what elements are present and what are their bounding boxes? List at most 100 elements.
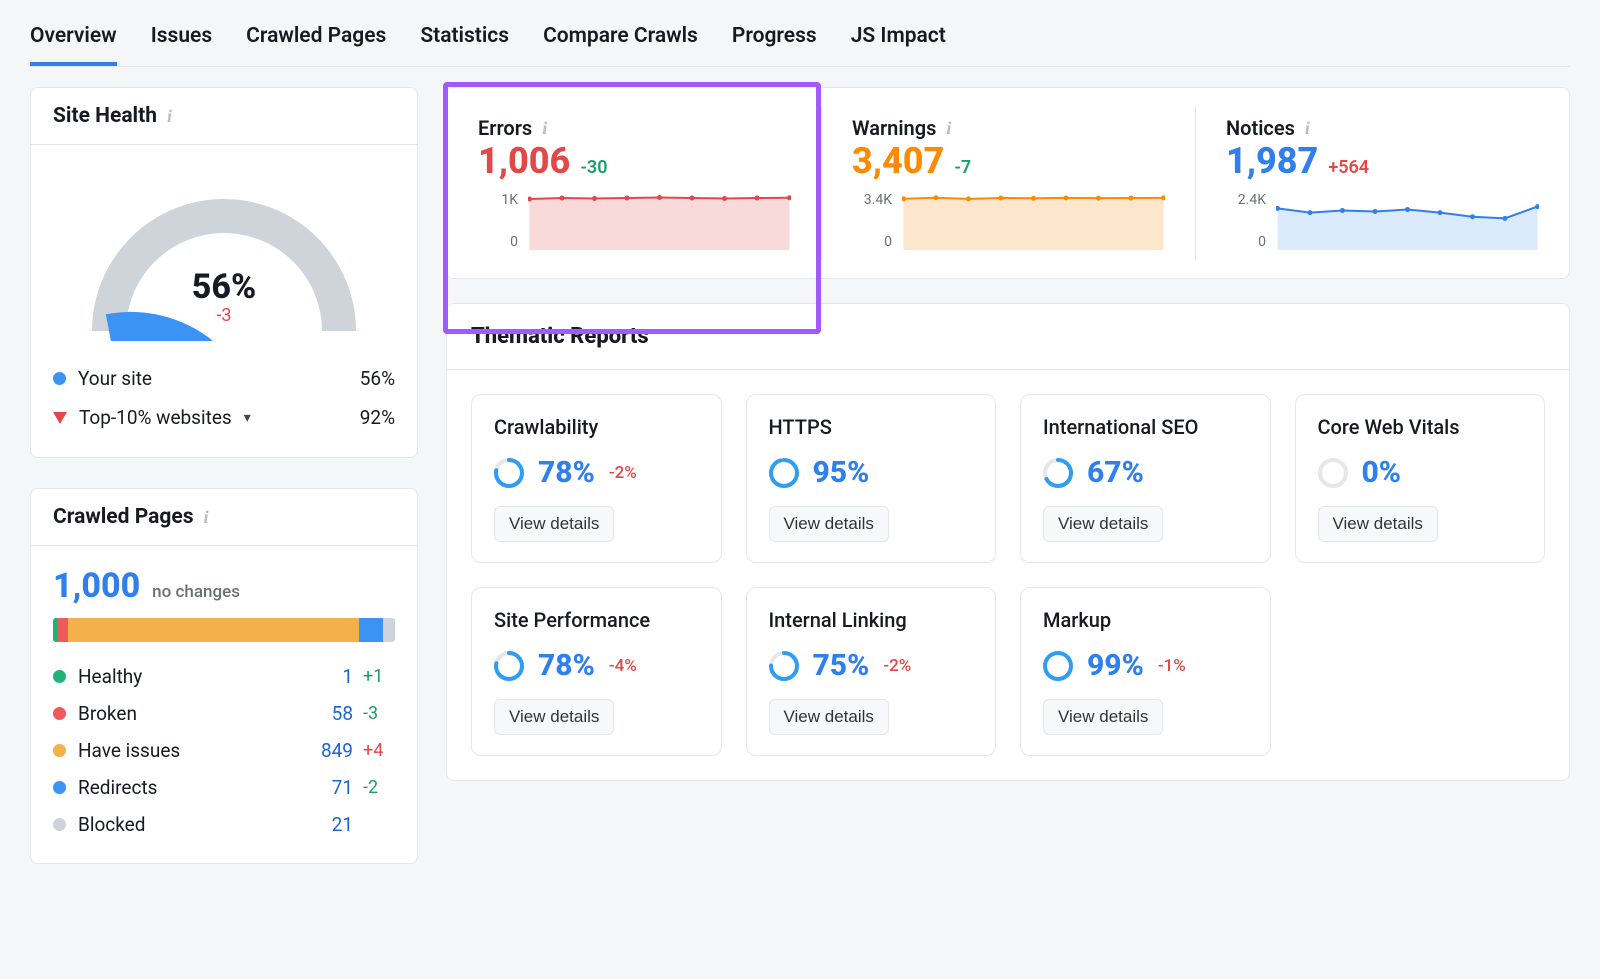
tab-overview[interactable]: Overview bbox=[30, 10, 117, 66]
crawled-value: 849 bbox=[293, 739, 353, 762]
tab-issues[interactable]: Issues bbox=[151, 10, 212, 66]
site-health-gauge: 56% -3 bbox=[64, 171, 384, 341]
stat-delta: -30 bbox=[580, 157, 607, 178]
ring-icon bbox=[769, 651, 799, 681]
axis-top: 2.4K bbox=[1226, 192, 1266, 208]
crawled-label: Healthy bbox=[78, 665, 142, 688]
crawled-row-issues[interactable]: Have issues849+4 bbox=[53, 732, 395, 769]
tab-compare-crawls[interactable]: Compare Crawls bbox=[543, 10, 698, 66]
legend-value: 56% bbox=[360, 367, 395, 390]
crawled-delta: +1 bbox=[353, 666, 395, 687]
stat-title: Errors bbox=[478, 116, 532, 140]
axis-bot: 0 bbox=[1226, 234, 1266, 250]
info-icon[interactable]: i bbox=[542, 118, 547, 139]
segment-broken bbox=[58, 618, 68, 642]
dot-icon bbox=[53, 707, 66, 720]
thematic-title: Core Web Vitals bbox=[1318, 415, 1523, 439]
stat-notices[interactable]: Notices i1,987 +564 2.4K 0 bbox=[1195, 106, 1569, 260]
crawled-change: no changes bbox=[152, 582, 240, 602]
tab-statistics[interactable]: Statistics bbox=[420, 10, 509, 66]
thematic-title: Markup bbox=[1043, 608, 1248, 632]
stat-title: Notices bbox=[1226, 116, 1295, 140]
thematic-pct: 78% bbox=[538, 455, 595, 490]
stat-value: 1,987 bbox=[1226, 140, 1318, 182]
view-details-button[interactable]: View details bbox=[494, 699, 614, 735]
thematic-title: HTTPS bbox=[769, 415, 974, 439]
stat-title: Warnings bbox=[852, 116, 936, 140]
crawled-value: 71 bbox=[293, 776, 353, 799]
crawled-delta: -3 bbox=[353, 703, 395, 724]
thematic-reports-card: Thematic Reports Crawlability 78% -2% View… bbox=[446, 303, 1570, 781]
tab-progress[interactable]: Progress bbox=[732, 10, 817, 66]
crawled-label: Blocked bbox=[78, 813, 145, 836]
ring-icon bbox=[494, 458, 524, 488]
axis-bot: 0 bbox=[852, 234, 892, 250]
tab-bar: Overview Issues Crawled Pages Statistics Com… bbox=[30, 10, 1570, 67]
ring-icon bbox=[494, 651, 524, 681]
thematic-markup: Markup 99%-1%View details bbox=[1020, 587, 1271, 756]
info-icon[interactable]: i bbox=[946, 118, 951, 139]
crawled-value: 58 bbox=[293, 702, 353, 725]
axis-top: 1K bbox=[478, 192, 518, 208]
thematic-https: HTTPS 95%View details bbox=[746, 394, 997, 563]
info-icon[interactable]: i bbox=[167, 106, 172, 127]
sparkline bbox=[528, 192, 791, 250]
segment-redirects bbox=[359, 618, 383, 642]
thematic-intl: International SEO 67% View details bbox=[1020, 394, 1271, 563]
crawled-label: Redirects bbox=[78, 776, 157, 799]
legend-your-site: Your site 56% bbox=[53, 359, 395, 398]
ring-icon bbox=[1318, 458, 1348, 488]
thematic-title: International SEO bbox=[1043, 415, 1248, 439]
segment-issues bbox=[68, 618, 359, 642]
view-details-button[interactable]: View details bbox=[494, 506, 614, 542]
ring-icon bbox=[769, 458, 799, 488]
thematic-delta: -2% bbox=[883, 656, 911, 676]
stat-errors[interactable]: Errorsi1,006 -30 1K 0 bbox=[447, 106, 821, 260]
crawled-delta: +4 bbox=[353, 740, 395, 761]
thematic-pct: 67% bbox=[1087, 455, 1144, 490]
dot-icon bbox=[53, 781, 66, 794]
stat-delta: +564 bbox=[1328, 157, 1369, 178]
thematic-pct: 78% bbox=[538, 648, 595, 683]
ring-icon bbox=[1043, 458, 1073, 488]
crawled-row-redirects[interactable]: Redirects 71-2 bbox=[53, 769, 395, 806]
crawled-pages-card: Crawled Pages i 1,000 no changes Healthy… bbox=[30, 488, 418, 864]
dot-icon bbox=[53, 670, 66, 683]
thematic-pct: 99% bbox=[1087, 648, 1144, 683]
dot-icon bbox=[53, 372, 66, 385]
thematic-title: Thematic Reports bbox=[447, 304, 1569, 370]
crawled-row-broken[interactable]: Broken 58-3 bbox=[53, 695, 395, 732]
view-details-button[interactable]: View details bbox=[1043, 506, 1163, 542]
view-details-button[interactable]: View details bbox=[769, 506, 889, 542]
stat-delta: -7 bbox=[954, 157, 971, 178]
stat-warnings[interactable]: Warningsi3,407-7 3.4K0 bbox=[821, 106, 1195, 260]
view-details-button[interactable]: View details bbox=[1318, 506, 1438, 542]
site-health-title: Site Health bbox=[53, 104, 157, 128]
tab-crawled-pages[interactable]: Crawled Pages bbox=[246, 10, 386, 66]
axis-bot: 0 bbox=[478, 234, 518, 250]
sparkline bbox=[1276, 192, 1539, 250]
crawled-total[interactable]: 1,000 bbox=[53, 566, 140, 606]
thematic-delta: -2% bbox=[609, 463, 637, 483]
thematic-perf: Site Performance 78%-4%View details bbox=[471, 587, 722, 756]
thematic-title: Site Performance bbox=[494, 608, 699, 632]
segment-blocked bbox=[383, 618, 395, 642]
stats-row: Errorsi1,006-30 1K0 Warningsi3,407-7 3.4… bbox=[446, 87, 1570, 279]
chevron-down-icon: ▾ bbox=[244, 410, 251, 426]
stat-value: 1,006 bbox=[478, 140, 570, 182]
tab-js-impact[interactable]: JS Impact bbox=[851, 10, 946, 66]
crawled-row-blocked[interactable]: Blocked21 bbox=[53, 806, 395, 843]
info-icon[interactable]: i bbox=[1305, 118, 1310, 139]
crawled-row-healthy[interactable]: Healthy1+1 bbox=[53, 658, 395, 695]
legend-top10[interactable]: Top-10% websites▾ 92% bbox=[53, 398, 395, 437]
ring-icon bbox=[1043, 651, 1073, 681]
site-health-delta: -3 bbox=[64, 305, 384, 326]
legend-label: Your site bbox=[78, 367, 152, 390]
crawled-delta: -2 bbox=[353, 777, 395, 798]
info-icon[interactable]: i bbox=[203, 507, 208, 528]
view-details-button[interactable]: View details bbox=[1043, 699, 1163, 735]
thematic-cwv: Core Web Vitals 0%View details bbox=[1295, 394, 1546, 563]
view-details-button[interactable]: View details bbox=[769, 699, 889, 735]
thematic-title: Crawlability bbox=[494, 415, 699, 439]
crawled-label: Broken bbox=[78, 702, 137, 725]
